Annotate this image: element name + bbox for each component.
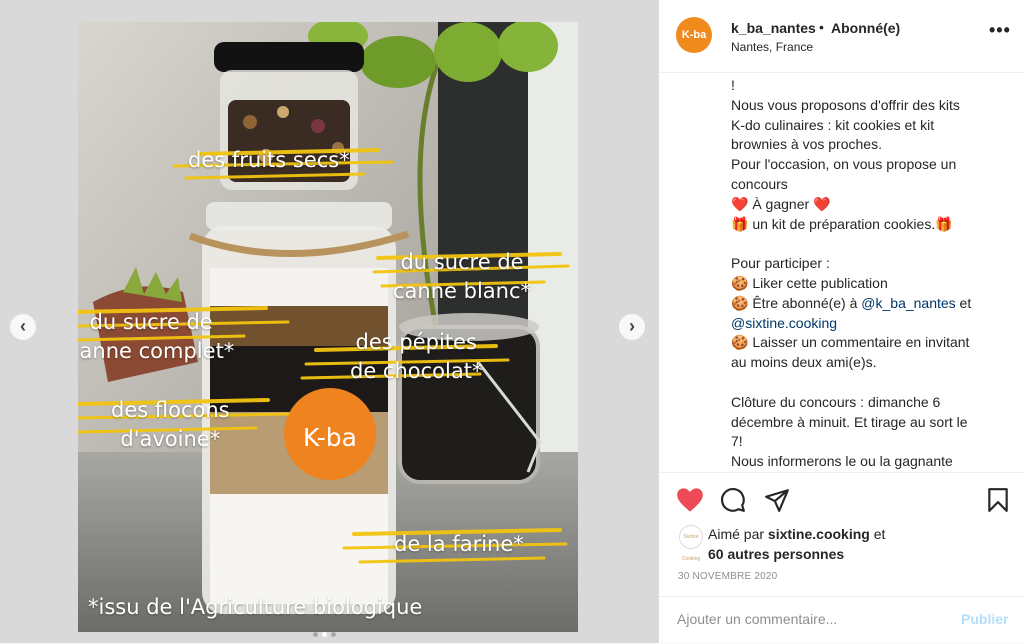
caption-line	[731, 234, 1001, 254]
comment-bar: Publier	[659, 596, 1024, 644]
carousel-dot	[322, 632, 327, 637]
post-sidebar: K-ba k_ba_nantes • Abonné(e) Nantes, Fra…	[658, 0, 1024, 643]
bookmark-icon[interactable]	[986, 487, 1010, 513]
post-date[interactable]: 30 NOVEMBRE 2020	[678, 571, 777, 582]
caption-line: Pour l'occasion, on vous propose un	[731, 156, 957, 173]
caption-line: 7!	[731, 433, 743, 450]
liked-by-suffix: et	[869, 526, 886, 542]
caption-line: au moins deux ami(e)s.	[731, 354, 877, 371]
caption-line: 🍪 Laisser un commentaire en invitant	[731, 334, 970, 351]
carousel-dots	[313, 632, 336, 637]
overlay-oat-flakes: des flocons d'avoine*	[111, 398, 230, 451]
overlay-white-cane-sugar: du sucre de canne blanc*	[393, 250, 532, 303]
liked-others-link[interactable]: 60 autres personnes	[708, 544, 885, 564]
caption-line: 🎁 un kit de préparation cookies.🎁	[731, 215, 953, 232]
mention-link-k-ba-nantes[interactable]: @k_ba_nantes	[861, 295, 955, 311]
publish-button[interactable]: Publier	[961, 611, 1008, 627]
caption-line: !	[731, 77, 735, 93]
overlay-chocolate-chips: des pépites de chocolat*	[350, 330, 483, 383]
overlay-whole-cane-sugar: du sucre de canne complet*	[78, 310, 235, 363]
caption-line: concours	[731, 175, 788, 192]
next-photo-button[interactable]: ›	[619, 314, 645, 340]
likes-summary: Aimé par sixtine.cooking et 60 autres pe…	[708, 524, 885, 564]
caption-line: ❤️ À gagner ❤️	[731, 195, 831, 212]
caption-line: Nous informerons le ou la gagnante	[731, 453, 953, 470]
account-avatar[interactable]: K-ba	[676, 17, 712, 53]
post-header: K-ba k_ba_nantes • Abonné(e) Nantes, Fra…	[659, 0, 1024, 73]
liked-by-user-link[interactable]: sixtine.cooking	[768, 526, 870, 542]
post-caption: ! Nous vous proposons d'offrir des kits …	[731, 76, 1001, 470]
more-options-icon[interactable]: •••	[989, 20, 1011, 41]
liker-avatar[interactable]: Sixtine Cooking	[679, 525, 703, 562]
heart-icon[interactable]	[676, 487, 704, 513]
carousel-dot	[331, 632, 336, 637]
comment-icon[interactable]	[720, 487, 746, 513]
mention-suffix: et	[955, 294, 972, 311]
header-separator: •	[819, 19, 824, 35]
overlay-flour: de la farine*	[394, 532, 524, 556]
caption-line: Nous vous proposons d'offrir des kits	[731, 96, 960, 113]
username-link[interactable]: k_ba_nantes	[731, 20, 816, 36]
comment-input[interactable]	[677, 611, 927, 627]
caption-line	[731, 373, 1001, 393]
likes-line-1: Aimé par sixtine.cooking et	[708, 524, 885, 544]
caption-line: brownies à vos proches.	[731, 136, 882, 153]
caption-line-mention: 🍪 Être abonné(e) à @k_ba_nantes et	[731, 294, 1001, 314]
share-icon[interactable]	[764, 487, 790, 513]
jar-label-text: K-ba	[303, 423, 357, 452]
mention-link-sixtine-cooking[interactable]: @sixtine.cooking	[731, 314, 1001, 334]
caption-line: K-do culinaires : kit cookies et kit	[731, 116, 935, 133]
media-panel: K-ba des fruits secs* du sucre de canne …	[0, 0, 658, 643]
caption-line: Clôture du concours : dimanche 6	[731, 393, 941, 410]
caption-line-text: 🍪 Être abonné(e) à	[731, 294, 862, 311]
overlay-organic-footnote: *issu de l'Agriculture biologique	[88, 595, 423, 619]
post-photo[interactable]: K-ba des fruits secs* du sucre de canne …	[78, 22, 578, 632]
liked-by-prefix: Aimé par	[708, 526, 768, 542]
follow-status-button[interactable]: Abonné(e)	[831, 20, 900, 36]
previous-photo-button[interactable]: ‹	[10, 314, 36, 340]
caption-line: décembre à minuit. Et tirage au sort le	[731, 413, 968, 430]
location-link[interactable]: Nantes, France	[731, 40, 813, 54]
overlay-dried-fruits: des fruits secs*	[188, 148, 350, 172]
carousel-dot	[313, 632, 318, 637]
caption-line: 🍪 Liker cette publication	[731, 274, 888, 291]
caption-line: Pour participer :	[731, 255, 830, 272]
